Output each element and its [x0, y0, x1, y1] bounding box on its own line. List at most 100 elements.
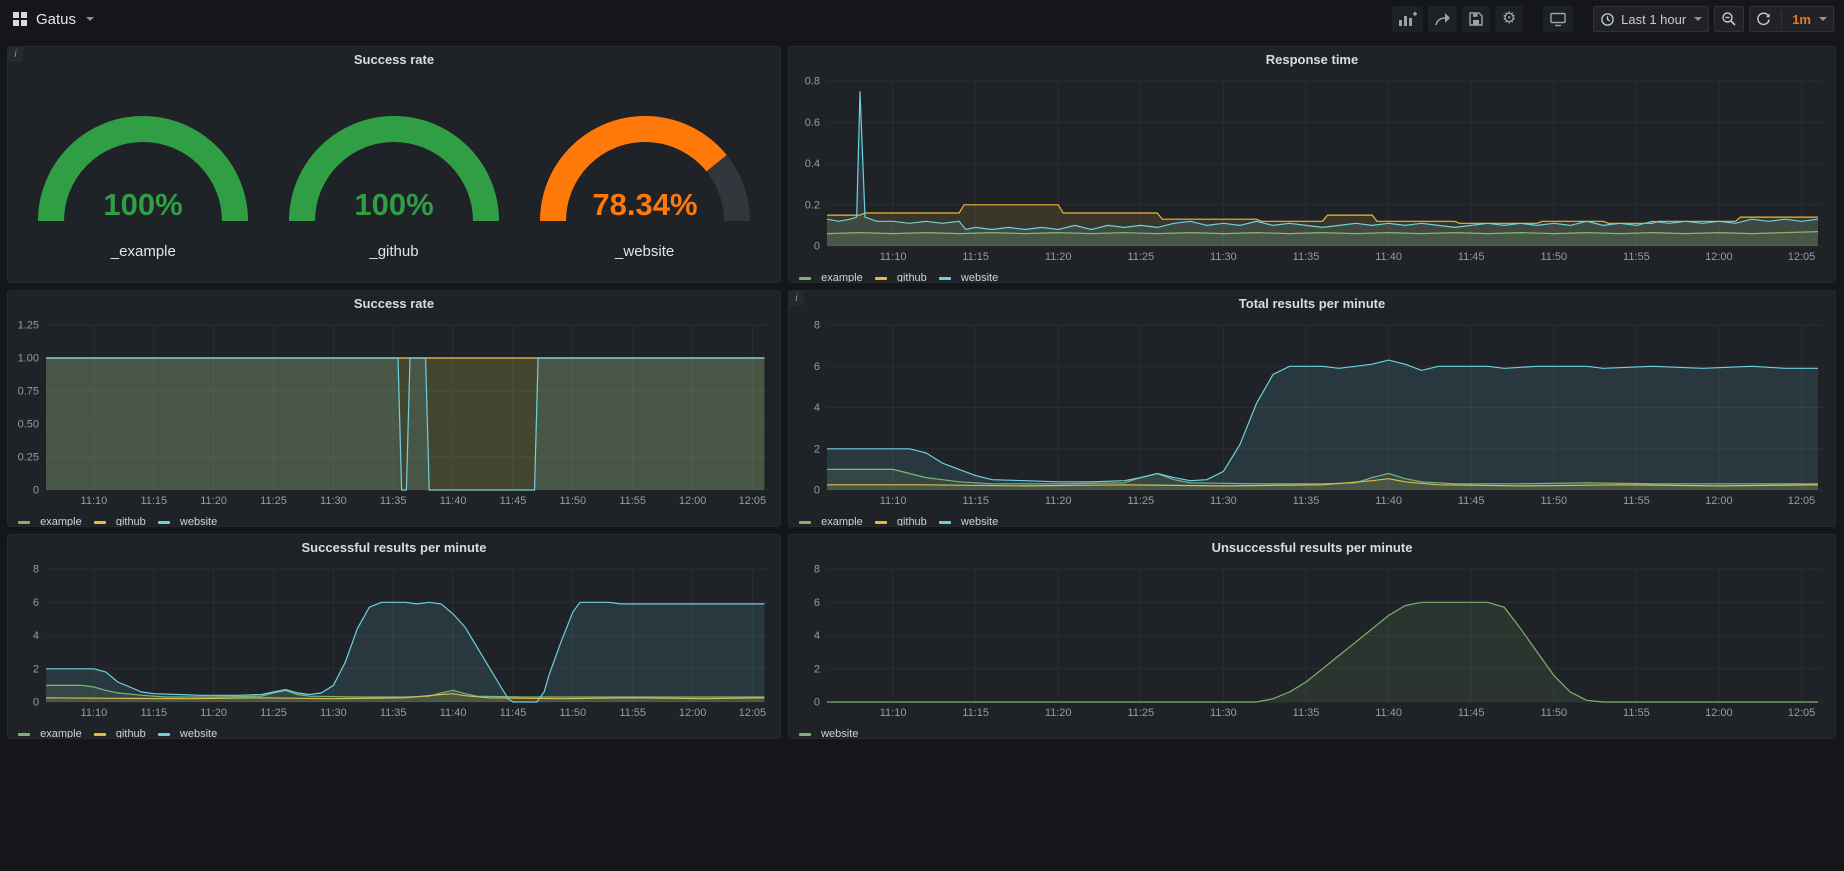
- y-tick-label: 2: [814, 663, 820, 675]
- x-tick-label: 11:50: [559, 707, 586, 719]
- legend-label: _website: [174, 516, 217, 527]
- cycle-view-button[interactable]: [1543, 6, 1573, 32]
- legend-label: _website: [955, 272, 998, 283]
- refresh-interval-label: 1m: [1792, 12, 1811, 27]
- legend-item-_github[interactable]: _github: [94, 728, 146, 739]
- x-tick-label: 11:40: [1375, 495, 1402, 507]
- dashboard-title[interactable]: Gatus: [36, 11, 76, 28]
- panel-title[interactable]: Successful results per minute: [8, 535, 780, 561]
- info-icon[interactable]: i: [8, 47, 23, 62]
- legend-label: _github: [110, 728, 146, 739]
- x-tick-label: 11:50: [559, 495, 586, 507]
- y-tick-label: 0.6: [805, 117, 820, 129]
- x-tick-label: 11:15: [962, 707, 989, 719]
- legend-item-_website[interactable]: _website: [799, 728, 858, 739]
- chart-total-results[interactable]: 0246811:1011:1511:2011:2511:3011:3511:40…: [789, 317, 1835, 513]
- x-tick-label: 11:25: [260, 707, 287, 719]
- x-tick-label: 12:00: [1705, 707, 1733, 719]
- y-tick-label: 6: [814, 361, 820, 373]
- gauge-_example: 100%_example: [24, 93, 262, 260]
- panel-title[interactable]: Unsuccessful results per minute: [789, 535, 1835, 561]
- x-tick-label: 12:05: [739, 495, 767, 507]
- chart-canvas[interactable]: 0246811:1011:1511:2011:2511:3011:3511:40…: [8, 561, 780, 720]
- x-tick-label: 11:55: [1623, 495, 1650, 507]
- legend-label: _example: [34, 516, 82, 527]
- legend-mark-icon: [799, 521, 811, 524]
- y-tick-label: 0: [814, 697, 820, 709]
- x-tick-label: 12:05: [1788, 495, 1816, 507]
- legend-mark-icon: [158, 521, 170, 524]
- chart-response-time[interactable]: 00.20.40.60.811:1011:1511:2011:2511:3011…: [789, 73, 1835, 269]
- y-tick-label: 8: [33, 564, 39, 576]
- panel-successful-results: Successful results per minute 0 2 4 6 8 11:10…: [7, 534, 781, 739]
- x-tick-label: 12:00: [679, 495, 707, 507]
- legend-item-_example[interactable]: _example: [18, 728, 82, 739]
- legend-mark-icon: [18, 521, 30, 524]
- settings-button[interactable]: ⚙: [1495, 6, 1523, 32]
- y-tick-label: 0: [33, 697, 39, 709]
- chart-canvas[interactable]: 00.20.40.60.811:1011:1511:2011:2511:3011…: [789, 73, 1835, 264]
- monitor-icon: [1549, 11, 1567, 27]
- x-tick-label: 11:10: [880, 495, 907, 507]
- x-tick-label: 11:45: [1458, 251, 1485, 263]
- gauge-label: _github: [369, 243, 418, 260]
- panel-title[interactable]: Response time: [789, 47, 1835, 73]
- y-tick-label: 4: [33, 630, 39, 642]
- navbar: Gatus ⚙ Last 1 hour 1m: [0, 0, 1844, 38]
- legend-item-_github[interactable]: _github: [875, 516, 927, 527]
- y-tick-label: 0: [814, 241, 820, 253]
- legend-item-_example[interactable]: _example: [18, 516, 82, 527]
- legend-item-_github[interactable]: _github: [94, 516, 146, 527]
- gauge-row: 100%_example100%_github78.34%_website: [8, 73, 780, 282]
- legend-label: _website: [955, 516, 998, 527]
- x-tick-label: 12:05: [1788, 251, 1816, 263]
- legend-item-_github[interactable]: _github: [875, 272, 927, 283]
- chart-success-rate[interactable]: 00.250.500.751.001.2511:1011:1511:2011:2…: [8, 317, 780, 513]
- chart-canvas[interactable]: 0246811:1011:1511:2011:2511:3011:3511:40…: [789, 317, 1835, 508]
- chart-canvas[interactable]: 0246811:1011:1511:2011:2511:3011:3511:40…: [789, 561, 1835, 720]
- x-tick-label: 11:55: [619, 495, 646, 507]
- refresh-picker[interactable]: 1m: [1749, 6, 1834, 32]
- panel-success-rate-gauges: i Success rate 100%_example100%_github78…: [7, 46, 781, 283]
- dashboards-grid-icon[interactable]: [12, 11, 28, 27]
- clock-icon: [1600, 12, 1615, 27]
- caret-down-icon: [1694, 17, 1702, 21]
- info-icon[interactable]: i: [789, 291, 804, 306]
- x-tick-label: 12:00: [679, 707, 707, 719]
- legend-label: _website: [815, 728, 858, 739]
- gauge-_website: 78.34%_website: [526, 93, 764, 260]
- x-tick-label: 11:35: [1293, 495, 1320, 507]
- legend-item-_website[interactable]: _website: [158, 516, 217, 527]
- legend-item-_website[interactable]: _website: [158, 728, 217, 739]
- panel-title[interactable]: Success rate: [8, 47, 780, 73]
- share-button[interactable]: [1428, 6, 1457, 32]
- save-button[interactable]: [1462, 6, 1490, 32]
- legend-item-_website[interactable]: _website: [939, 272, 998, 283]
- y-tick-label: 2: [33, 663, 39, 675]
- panel-title[interactable]: Success rate: [8, 291, 780, 317]
- x-tick-label: 11:35: [1293, 251, 1320, 263]
- add-panel-button[interactable]: [1392, 6, 1423, 32]
- x-tick-label: 11:45: [500, 707, 527, 719]
- gauge-label: _example: [111, 243, 176, 260]
- zoom-out-button[interactable]: [1714, 6, 1744, 32]
- chart-successful-results[interactable]: 0246811:1011:1511:2011:2511:3011:3511:40…: [8, 561, 780, 725]
- panel-success-rate-series: Success rate 00.250.500.751.001.2511:101…: [7, 290, 781, 527]
- legend-item-_example[interactable]: _example: [799, 272, 863, 283]
- legend: _example _github _website: [789, 513, 1835, 527]
- chart-unsuccessful-results[interactable]: 0246811:1011:1511:2011:2511:3011:3511:40…: [789, 561, 1835, 725]
- legend-item-_example[interactable]: _example: [799, 516, 863, 527]
- x-tick-label: 11:10: [81, 707, 108, 719]
- x-tick-label: 11:40: [440, 707, 467, 719]
- chart-canvas[interactable]: 00.250.500.751.001.2511:1011:1511:2011:2…: [8, 317, 780, 508]
- x-tick-label: 11:35: [380, 707, 407, 719]
- time-range-picker[interactable]: Last 1 hour: [1593, 6, 1709, 32]
- legend-label: _github: [891, 272, 927, 283]
- panel-title[interactable]: Total results per minute: [789, 291, 1835, 317]
- x-tick-label: 11:55: [1623, 251, 1650, 263]
- y-tick-label: 6: [33, 597, 39, 609]
- y-tick-label: 0.50: [18, 419, 39, 431]
- legend-item-_website[interactable]: _website: [939, 516, 998, 527]
- x-tick-label: 11:50: [1540, 707, 1567, 719]
- legend-mark-icon: [799, 733, 811, 736]
